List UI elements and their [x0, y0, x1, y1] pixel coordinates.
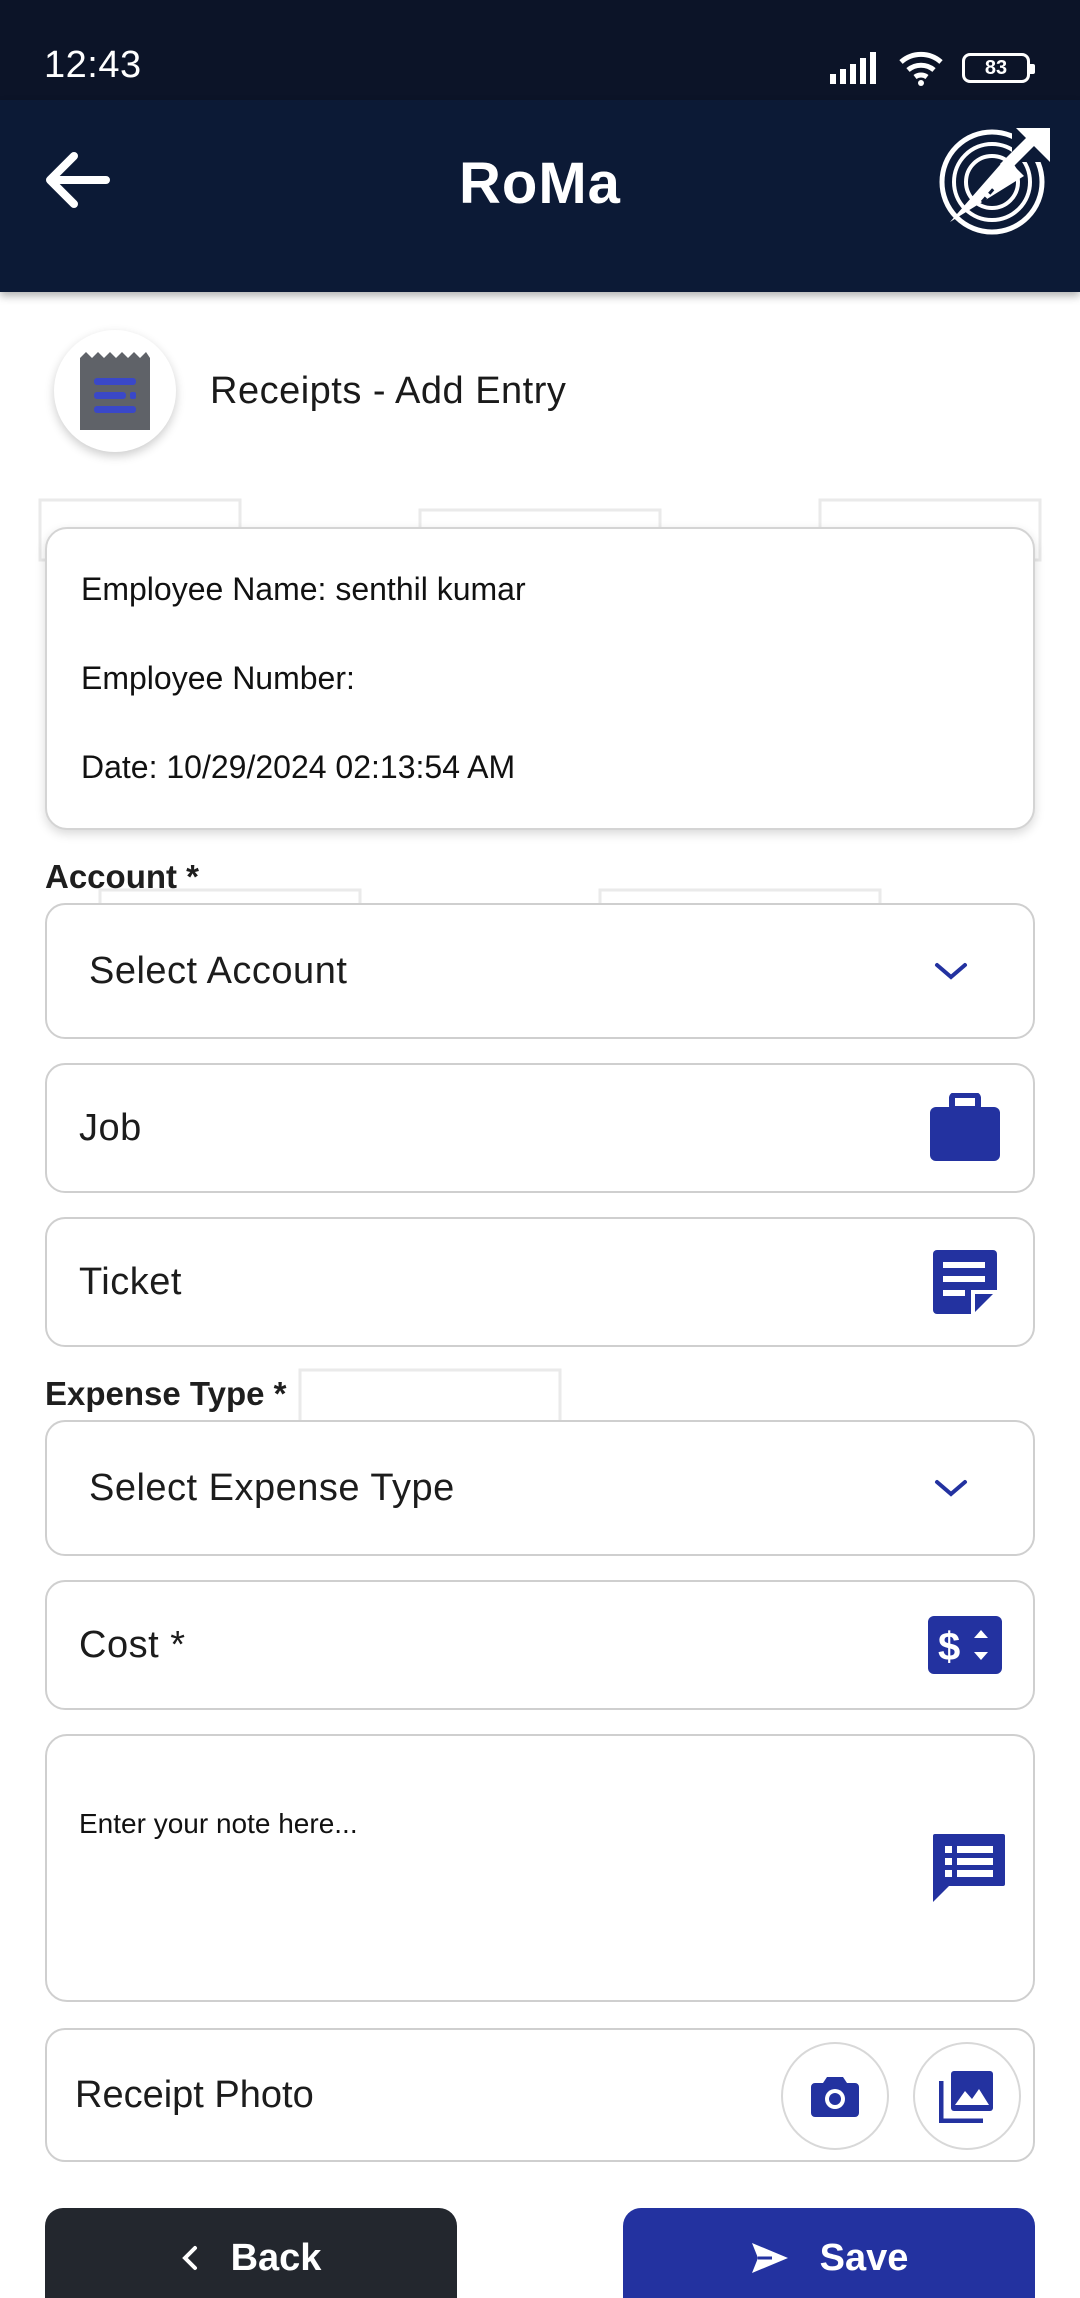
employee-info-card: Employee Name: senthil kumar Employee Nu…: [45, 527, 1035, 830]
job-field[interactable]: Job: [45, 1063, 1035, 1193]
comment-list-icon: [933, 1834, 1005, 1902]
page-header: Receipts - Add Entry: [54, 330, 566, 452]
employee-number: Employee Number:: [81, 660, 355, 696]
job-placeholder: Job: [79, 1106, 142, 1149]
app-bar: RoMa: [0, 100, 1080, 292]
status-bar: 12:43 83: [0, 0, 1080, 100]
expense-type-label: Expense Type *: [45, 1375, 287, 1412]
page-title: Receipts - Add Entry: [210, 369, 567, 412]
chevron-down-icon: [935, 963, 967, 980]
ticket-note-icon[interactable]: [927, 1246, 1003, 1318]
account-select[interactable]: Select Account: [45, 903, 1035, 1039]
camera-icon: [811, 2077, 859, 2117]
expense-type-select[interactable]: Select Expense Type: [45, 1420, 1035, 1556]
ticket-placeholder: Ticket: [79, 1260, 182, 1303]
chevron-down-icon: [935, 1480, 967, 1497]
status-icons: 83: [830, 50, 1035, 86]
account-label: Account *: [45, 858, 200, 895]
note-placeholder: Enter your note here...: [79, 1808, 358, 1839]
save-button-label: Save: [819, 2236, 909, 2279]
battery-level: 83: [984, 56, 1008, 79]
camera-button[interactable]: [781, 2042, 889, 2150]
save-button[interactable]: Save: [623, 2208, 1035, 2298]
app-title: RoMa: [459, 151, 621, 216]
briefcase-icon[interactable]: [927, 1092, 1003, 1164]
entry-date: Date: 10/29/2024 02:13:54 AM: [81, 749, 516, 785]
wifi-icon: [899, 51, 943, 86]
battery-icon: 83: [962, 53, 1035, 83]
employee-name: Employee Name: senthil kumar: [81, 571, 526, 607]
cost-field[interactable]: Cost * $: [45, 1580, 1035, 1710]
ticket-field[interactable]: Ticket: [45, 1217, 1035, 1347]
svg-text:$: $: [938, 1625, 960, 1669]
receipt-photo-label: Receipt Photo: [75, 2074, 314, 2116]
chevron-left-icon: [181, 2246, 197, 2270]
account-select-value: Select Account: [89, 949, 348, 992]
note-textarea[interactable]: Enter your note here...: [45, 1734, 1035, 2002]
roma-logo-icon: [939, 124, 1050, 235]
expense-type-select-value: Select Expense Type: [89, 1466, 455, 1509]
back-button[interactable]: Back: [45, 2208, 457, 2298]
gallery-icon: [939, 2071, 993, 2123]
cost-placeholder: Cost *: [79, 1623, 186, 1666]
back-button-label: Back: [230, 2236, 322, 2279]
gallery-button[interactable]: [913, 2042, 1021, 2150]
status-time: 12:43: [44, 44, 142, 86]
currency-icon[interactable]: $: [927, 1609, 1003, 1681]
signal-icon: [830, 52, 876, 84]
receipt-icon: [54, 330, 176, 452]
send-icon: [751, 2243, 788, 2273]
receipt-photo-field: Receipt Photo: [45, 2028, 1035, 2162]
